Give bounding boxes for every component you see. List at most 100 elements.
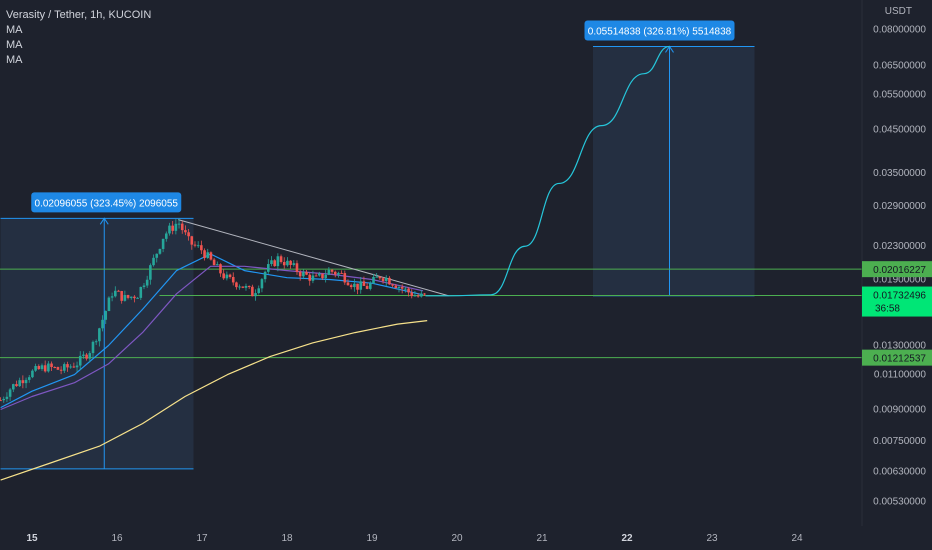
candle-body	[267, 264, 270, 272]
candle-body	[270, 260, 273, 265]
candle-body	[397, 287, 401, 289]
candle-body	[388, 277, 391, 285]
candle-body	[98, 328, 101, 342]
candle-body	[123, 295, 127, 301]
candle-body	[110, 296, 114, 298]
candle-body	[200, 245, 203, 251]
y-tick-label: 0.02300000	[873, 241, 926, 252]
candle-body	[133, 296, 136, 299]
candle-body	[324, 274, 327, 279]
candle-body	[400, 287, 404, 289]
candle-body	[381, 278, 385, 282]
candle-body	[321, 273, 324, 279]
y-tick-label: 0.03500000	[873, 168, 926, 179]
candle-body	[286, 260, 289, 266]
candle-body	[107, 297, 111, 312]
candle-body	[142, 285, 146, 287]
candle-body	[228, 274, 232, 277]
x-tick-label: 24	[791, 533, 803, 544]
y-tick-label: 0.00750000	[873, 436, 926, 447]
candle-body	[43, 365, 47, 372]
candle-body	[413, 295, 417, 297]
candle-body	[34, 366, 37, 371]
candle-body	[206, 252, 210, 259]
y-tick-label: 0.00530000	[873, 497, 926, 508]
candle-body	[410, 292, 414, 297]
candle-body	[343, 273, 347, 283]
candle-body	[12, 384, 15, 390]
candle-body	[177, 223, 181, 225]
candle-body	[174, 223, 178, 231]
measure-box-1[interactable]	[0, 218, 194, 469]
candle-body	[171, 225, 174, 231]
candle-body	[219, 264, 222, 274]
candle-body	[126, 295, 130, 298]
candle-body	[318, 273, 321, 276]
x-tick-label: 19	[366, 533, 378, 544]
candle-body	[196, 245, 200, 247]
candle-body	[53, 366, 57, 368]
candle-body	[15, 384, 18, 387]
candle-body	[365, 285, 369, 289]
candle-body	[372, 276, 375, 284]
candle-body	[136, 297, 139, 299]
y-unit-label: USDT	[885, 6, 912, 17]
candle-body	[66, 364, 69, 368]
candle-body	[2, 398, 6, 401]
candle-body	[168, 225, 171, 234]
candle-body	[161, 238, 165, 249]
y-tick-label: 0.05500000	[873, 90, 926, 101]
candle-body	[18, 380, 21, 387]
candle-body	[222, 273, 225, 279]
candle-body	[187, 232, 190, 237]
candle-body	[165, 233, 168, 239]
candle-body	[117, 290, 120, 292]
current-price-tag: 0.01732496	[873, 291, 926, 302]
candle-body	[330, 269, 334, 272]
candle-body	[180, 223, 184, 231]
candle-body	[378, 276, 382, 279]
candle-body	[298, 271, 302, 277]
candle-body	[391, 284, 394, 286]
y-tick-label: 0.04500000	[873, 124, 926, 135]
y-tick-label: 0.08000000	[873, 24, 926, 35]
candle-body	[311, 275, 315, 281]
y-tick-label: 0.00900000	[873, 405, 926, 416]
candle-body	[56, 367, 60, 370]
candle-body	[247, 285, 251, 287]
candle-body	[314, 275, 318, 277]
candle-body	[369, 283, 372, 289]
candle-body	[244, 285, 248, 288]
candle-body	[337, 272, 340, 275]
x-tick-label: 22	[621, 533, 633, 544]
x-tick-label: 17	[196, 533, 208, 544]
measure-box-2[interactable]	[593, 46, 755, 296]
candle-body	[359, 281, 363, 290]
candle-body	[260, 279, 264, 289]
candle-body	[257, 288, 261, 294]
candle-body	[69, 366, 72, 368]
candle-body	[47, 363, 50, 372]
candle-body	[375, 276, 378, 278]
candle-body	[279, 256, 283, 262]
candle-body	[152, 257, 155, 266]
candle-body	[24, 379, 28, 384]
candle-body	[139, 286, 143, 298]
candle-body	[305, 272, 308, 275]
candle-body	[212, 259, 216, 266]
candle-body	[407, 288, 410, 293]
candle-body	[85, 354, 88, 359]
candle-body	[37, 366, 41, 370]
measure-label-2: 0.05514838 (326.81%) 5514838	[588, 26, 732, 37]
y-tick-label: 0.00630000	[873, 467, 926, 478]
price-chart[interactable]: 0.02096055 (323.45%) 2096055 0.05514838 (…	[0, 0, 932, 550]
candle-body	[158, 248, 162, 254]
x-tick-label: 21	[536, 533, 548, 544]
candle-body	[8, 389, 12, 397]
candle-body	[238, 286, 241, 288]
measure-label-1: 0.02096055 (323.45%) 2096055	[35, 198, 179, 209]
candle-body	[129, 296, 133, 298]
candle-body	[209, 252, 213, 260]
candle-body	[31, 370, 34, 378]
candle-body	[251, 286, 254, 297]
